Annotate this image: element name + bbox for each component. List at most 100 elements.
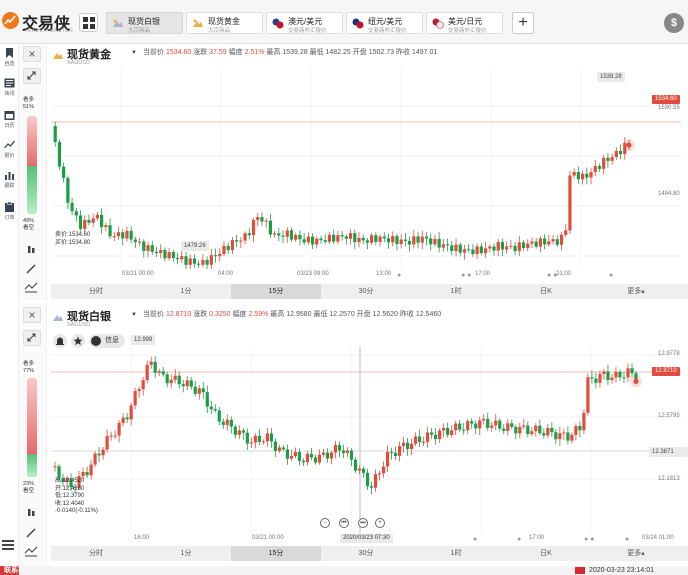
y-axis-label: 12.5795	[658, 413, 680, 419]
add-tab-button[interactable]: +	[512, 12, 534, 34]
candle-body	[285, 230, 289, 237]
candle-body	[74, 211, 78, 216]
live-price-marker	[626, 142, 632, 148]
candle-body	[430, 432, 434, 435]
event-marker-icon[interactable]: ●	[397, 272, 401, 279]
timeframe-tab-tick[interactable]: 分时	[51, 546, 141, 561]
candle-body	[226, 245, 230, 251]
sidebar-item-news[interactable]: 快讯	[0, 76, 19, 100]
event-marker-icon[interactable]: ● ●	[547, 272, 557, 279]
tab-silver[interactable]: 现货白银 大宗商品	[106, 12, 183, 34]
candle-body	[323, 240, 327, 242]
sidebar-item-watchlist[interactable]: 自选	[0, 46, 19, 70]
candle-body	[277, 233, 281, 236]
indicator-button[interactable]	[23, 544, 41, 560]
candle-body	[129, 405, 133, 420]
sidebar-item-tracking[interactable]: 跟踪	[0, 168, 19, 192]
info-button[interactable]: 信息	[89, 334, 125, 348]
timeframe-tab-15m[interactable]: 15分	[231, 284, 321, 299]
timeframe-tab-more[interactable]: 更多▴	[591, 546, 681, 561]
timeframe-tab-1m[interactable]: 1分	[141, 284, 231, 299]
candle-body	[496, 242, 500, 251]
tab-subtitle: 大宗商品	[208, 28, 231, 34]
scroll-right-button[interactable]: ⏭	[358, 518, 368, 528]
candle-body	[89, 464, 93, 476]
candle-body	[294, 234, 298, 240]
tab-usdjpy[interactable]: 美元/日元 交易商外汇报价	[426, 12, 503, 34]
candle-body	[606, 371, 610, 381]
candle-body	[336, 235, 340, 242]
candle-body	[458, 423, 462, 430]
chevron-down-icon[interactable]: ▼	[131, 50, 137, 56]
event-marker-icon[interactable]: ●	[473, 536, 477, 543]
close-chart-button[interactable]: ×	[23, 307, 41, 323]
menu-icon[interactable]	[2, 540, 14, 550]
candle-body	[374, 235, 378, 242]
candle-body	[153, 361, 157, 373]
x-axis-label: 13:00	[376, 271, 392, 277]
tab-nzdusd[interactable]: 纽元/美元 交易商外汇报价	[346, 12, 423, 34]
timeframe-tab-30m[interactable]: 30分	[321, 546, 411, 561]
quote-value: 12.5460	[413, 311, 442, 318]
expand-chart-button[interactable]	[23, 68, 41, 84]
timeframe-tab-15m[interactable]: 15分	[231, 546, 321, 561]
sidebar-item-orders[interactable]: 订单	[0, 200, 19, 224]
sidebar-item-calendar[interactable]: 日历	[0, 108, 19, 132]
alert-bell-button[interactable]	[53, 334, 67, 348]
timeframe-tab-1h[interactable]: 1时	[411, 546, 501, 561]
candle-body	[564, 230, 568, 235]
event-marker-icon[interactable]: ●	[609, 272, 613, 279]
candle-body	[104, 225, 108, 228]
sidebar-label: 订单	[4, 215, 15, 221]
buy-price: 买价:1534.80	[55, 239, 91, 246]
candle-body	[546, 427, 550, 436]
timeframe-tab-30m[interactable]: 30分	[321, 284, 411, 299]
candle-body	[521, 242, 526, 248]
candle-body	[357, 468, 362, 471]
candle-body	[269, 433, 273, 442]
candle-body	[543, 238, 547, 245]
zoom-in-button[interactable]: +	[375, 518, 385, 528]
candle-body	[197, 263, 201, 265]
candle-body	[471, 249, 475, 255]
timeframe-tab-more[interactable]: 更多▴	[591, 284, 681, 299]
tab-gold[interactable]: 现货黄金 大宗商品	[186, 12, 263, 34]
candle-body	[189, 380, 193, 387]
candle-body	[570, 434, 574, 441]
expand-chart-button[interactable]	[23, 330, 41, 346]
indicator-button[interactable]	[23, 280, 41, 296]
candle-body	[510, 423, 514, 427]
zoom-out-button[interactable]: −	[320, 518, 330, 528]
candle-body	[494, 420, 498, 426]
candle-body	[434, 434, 438, 440]
chevron-down-icon[interactable]: ▼	[131, 312, 137, 318]
event-marker-icon[interactable]: ●	[517, 536, 521, 543]
candle-type-button[interactable]	[23, 506, 41, 522]
timeframe-tab-1m[interactable]: 1分	[141, 546, 231, 561]
account-dollar-button[interactable]: $	[664, 13, 684, 33]
sidebar-item-quotes[interactable]: 报价	[0, 138, 19, 162]
candle-body	[630, 368, 634, 374]
scroll-left-button[interactable]: ⏮	[339, 518, 349, 528]
favorite-star-button[interactable]	[71, 334, 85, 348]
candle-body	[526, 425, 530, 435]
bell-icon	[56, 337, 64, 345]
event-marker-icon[interactable]: ●	[625, 536, 629, 543]
layout-grid-button[interactable]	[79, 13, 98, 32]
event-marker-icon[interactable]: ● ●	[461, 272, 471, 279]
tab-audusd[interactable]: 澳元/美元 交易商外汇报价	[266, 12, 343, 34]
candle-body	[586, 377, 590, 413]
calendar-icon	[4, 111, 15, 120]
close-chart-button[interactable]: ×	[23, 46, 41, 62]
draw-line-button[interactable]	[23, 526, 41, 542]
candle-type-button[interactable]	[23, 243, 41, 259]
draw-line-button[interactable]	[23, 262, 41, 278]
candle-body	[163, 250, 167, 259]
candle-body	[474, 423, 478, 429]
timeframe-tab-daily[interactable]: 日K	[501, 284, 591, 299]
timeframe-tab-daily[interactable]: 日K	[501, 546, 591, 561]
timeframe-tab-tick[interactable]: 分时	[51, 284, 141, 299]
timeframe-tab-1h[interactable]: 1时	[411, 284, 501, 299]
candle-body	[454, 244, 458, 252]
event-marker-icon[interactable]: ● ●	[584, 536, 594, 543]
